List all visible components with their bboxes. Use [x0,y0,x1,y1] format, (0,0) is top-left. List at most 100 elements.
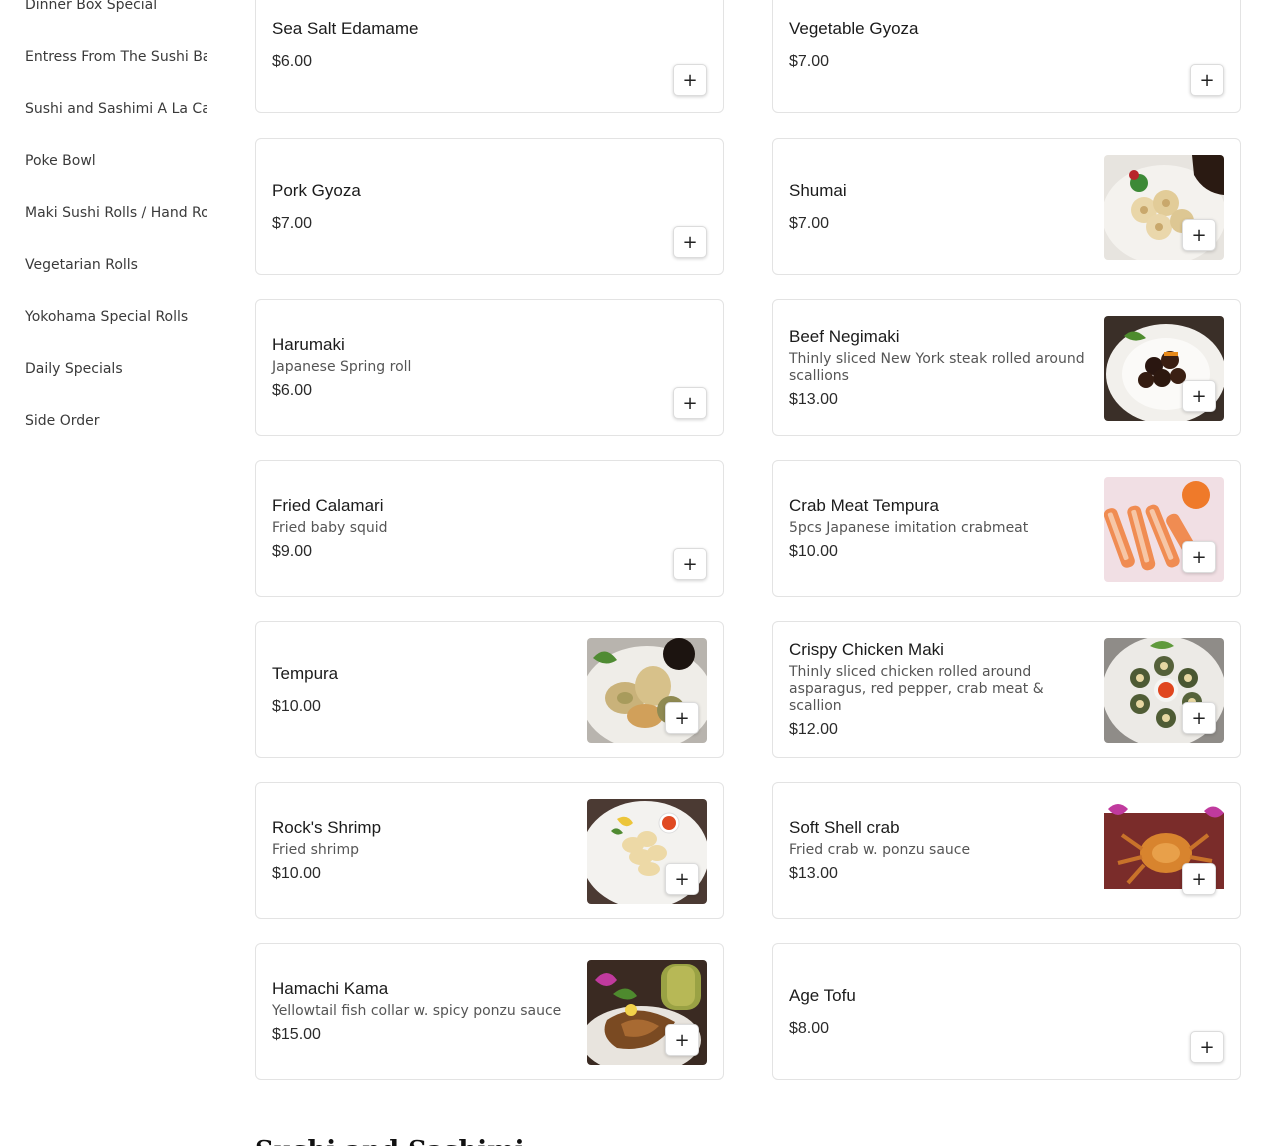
menu-item-name: Crispy Chicken Maki [789,640,944,659]
plus-icon: + [1191,546,1207,568]
menu-item-description: Fried baby squid [272,520,388,536]
menu-item-info: Soft Shell crab Fried crab w. ponzu sauc… [789,783,1099,918]
menu-item-name: Sea Salt Edamame [272,18,419,38]
menu-item-name: Shumai [789,180,847,200]
plus-icon: + [682,392,698,414]
add-to-cart-button[interactable]: + [665,702,699,734]
menu-item-price: $6.00 [272,52,313,70]
add-to-cart-button[interactable]: + [673,548,707,580]
add-to-cart-button[interactable]: + [665,863,699,895]
menu-item-info: Crispy Chicken Maki Thinly sliced chicke… [789,622,1099,757]
menu-item-name: Vegetable Gyoza [789,18,919,38]
menu-item-card[interactable]: Beef Negimaki Thinly sliced New York ste… [772,299,1241,436]
sidebar-item-entress-from-sushi-bar[interactable]: Entress From The Sushi Bar [0,31,207,83]
menu-item-card[interactable]: Hamachi Kama Yellowtail fish collar w. s… [255,943,724,1080]
plus-icon: + [682,553,698,575]
menu-item-info: Vegetable Gyoza $7.00 [789,0,1109,112]
menu-item-name: Rock's Shrimp [272,818,382,837]
menu-item-price: $10.00 [272,865,321,882]
menu-item-name: Hamachi Kama [272,979,389,998]
menu-item-price: $10.00 [272,697,321,715]
menu-item-info: Hamachi Kama Yellowtail fish collar w. s… [272,944,582,1079]
sidebar-item-daily-specials[interactable]: Daily Specials [0,343,207,395]
plus-icon: + [674,707,690,729]
add-to-cart-button[interactable]: + [1182,863,1216,895]
menu-item-info: Tempura $10.00 [272,622,582,757]
menu-item-card[interactable]: Crab Meat Tempura 5pcs Japanese imitatio… [772,460,1241,597]
menu-item-price: $7.00 [789,214,830,232]
menu-item-card[interactable]: Harumaki Japanese Spring roll $6.00 + [255,299,724,436]
add-to-cart-button[interactable]: + [1182,702,1216,734]
menu-item-card[interactable]: Age Tofu $8.00 + [772,943,1241,1080]
menu-item-name: Age Tofu [789,985,856,1005]
menu-item-price: $8.00 [789,1019,830,1037]
sidebar-item-vegetarian-rolls[interactable]: Vegetarian Rolls [0,239,207,291]
menu-item-price: $15.00 [272,1026,321,1043]
menu-item-price: $7.00 [272,214,313,232]
menu-item-card[interactable]: Vegetable Gyoza $7.00 + [772,0,1241,113]
add-to-cart-button[interactable]: + [673,387,707,419]
menu-item-price: $12.00 [789,721,838,738]
menu-item-info: Shumai $7.00 [789,139,1099,274]
menu-item-description: Fried shrimp [272,842,359,858]
sidebar-item-side-order[interactable]: Side Order [0,395,207,447]
plus-icon: + [682,231,698,253]
menu-item-name: Soft Shell crab [789,818,900,837]
plus-icon: + [682,69,698,91]
menu-item-card[interactable]: Shumai $7.00 + [772,138,1241,275]
section-heading: Sushi and Sashimi [255,1136,525,1146]
plus-icon: + [674,1029,690,1051]
sidebar-item-yokohama-special-rolls[interactable]: Yokohama Special Rolls [0,291,207,343]
plus-icon: + [1191,385,1207,407]
category-sidebar: Dinner Box Special Entress From The Sush… [0,0,230,447]
sidebar-item-sushi-sashimi-a-la-carte[interactable]: Sushi and Sashimi A La Carte [0,83,207,135]
menu-item-name: Pork Gyoza [272,180,361,200]
add-to-cart-button[interactable]: + [1182,541,1216,573]
menu-item-price: $13.00 [789,390,838,408]
menu-item-info: Age Tofu $8.00 [789,944,1109,1079]
menu-item-price: $7.00 [789,52,830,70]
menu-item-price: $10.00 [789,543,838,560]
plus-icon: + [1191,224,1207,246]
menu-item-name: Beef Negimaki [789,326,900,346]
add-to-cart-button[interactable]: + [1190,1031,1224,1063]
menu-item-card[interactable]: Fried Calamari Fried baby squid $9.00 + [255,460,724,597]
plus-icon: + [1199,1036,1215,1058]
sidebar-item-dinner-box-special[interactable]: Dinner Box Special [0,0,207,31]
menu-item-info: Fried Calamari Fried baby squid $9.00 [272,461,592,596]
menu-item-description: Yellowtail fish collar w. spicy ponzu sa… [272,1003,562,1019]
menu-item-info: Beef Negimaki Thinly sliced New York ste… [789,300,1099,435]
add-to-cart-button[interactable]: + [1182,219,1216,251]
add-to-cart-button[interactable]: + [665,1024,699,1056]
menu-item-name: Tempura [272,663,339,683]
menu-item-card[interactable]: Sea Salt Edamame $6.00 + [255,0,724,113]
add-to-cart-button[interactable]: + [1190,64,1224,96]
menu-item-description: Thinly sliced chicken rolled around aspa… [789,664,1044,714]
menu-item-info: Harumaki Japanese Spring roll $6.00 [272,300,592,435]
sidebar-item-maki-sushi-rolls[interactable]: Maki Sushi Rolls / Hand Rolls [0,187,207,239]
menu-item-info: Sea Salt Edamame $6.00 [272,0,592,112]
plus-icon: + [1191,707,1207,729]
sidebar-item-poke-bowl[interactable]: Poke Bowl [0,135,207,187]
menu-item-card[interactable]: Rock's Shrimp Fried shrimp $10.00 + [255,782,724,919]
menu-item-description: Thinly sliced New York steak rolled arou… [789,350,1085,384]
menu-item-card[interactable]: Pork Gyoza $7.00 + [255,138,724,275]
menu-item-info: Pork Gyoza $7.00 [272,139,592,274]
menu-item-description: Fried crab w. ponzu sauce [789,842,971,858]
menu-item-card[interactable]: Soft Shell crab Fried crab w. ponzu sauc… [772,782,1241,919]
menu-item-card[interactable]: Tempura $10.00 + [255,621,724,758]
menu-item-price: $13.00 [789,865,838,882]
add-to-cart-button[interactable]: + [673,64,707,96]
menu-item-name: Harumaki [272,335,345,354]
add-to-cart-button[interactable]: + [673,226,707,258]
menu-item-name: Fried Calamari [272,496,384,515]
menu-item-description: 5pcs Japanese imitation crabmeat [789,520,1029,536]
menu-item-price: $6.00 [272,382,313,399]
menu-item-info: Crab Meat Tempura 5pcs Japanese imitatio… [789,461,1099,596]
plus-icon: + [1199,69,1215,91]
plus-icon: + [674,868,690,890]
plus-icon: + [1191,868,1207,890]
add-to-cart-button[interactable]: + [1182,380,1216,412]
menu-item-price: $9.00 [272,543,313,560]
menu-item-card[interactable]: Crispy Chicken Maki Thinly sliced chicke… [772,621,1241,758]
